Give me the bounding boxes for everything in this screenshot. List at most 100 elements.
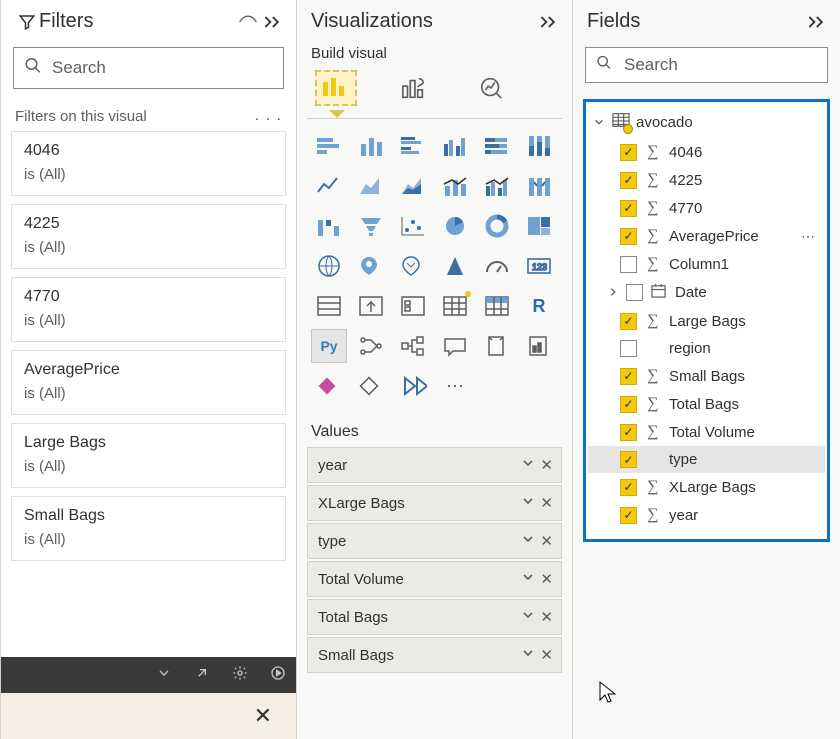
key-influencers-icon[interactable] bbox=[353, 329, 389, 363]
field-row[interactable]: ✓∑AveragePrice⋯ bbox=[588, 222, 825, 250]
value-well[interactable]: Total Bags✕ bbox=[307, 599, 562, 635]
line-clustered-column-icon[interactable] bbox=[479, 169, 515, 203]
field-checkbox[interactable]: ✓ bbox=[620, 172, 637, 189]
field-checkbox[interactable]: ✓ bbox=[620, 228, 637, 245]
area-chart-icon[interactable] bbox=[353, 169, 389, 203]
qa-visual-icon[interactable] bbox=[437, 329, 473, 363]
value-well[interactable]: type✕ bbox=[307, 523, 562, 559]
more-visuals-ellipsis-icon[interactable]: ⋯ bbox=[437, 369, 473, 403]
filter-card[interactable]: 4225is (All) bbox=[11, 204, 286, 269]
field-checkbox[interactable] bbox=[620, 340, 637, 357]
field-row[interactable]: Date bbox=[588, 278, 825, 307]
field-row[interactable]: ✓∑4046 bbox=[588, 138, 825, 166]
decomposition-tree-icon[interactable] bbox=[395, 329, 431, 363]
ribbon-chart-icon[interactable] bbox=[521, 169, 557, 203]
field-row[interactable]: ✓∑year bbox=[588, 501, 825, 529]
collapse-fields-icon[interactable] bbox=[804, 14, 828, 30]
scatter-chart-icon[interactable] bbox=[395, 209, 431, 243]
more-options-icon[interactable]: . . . bbox=[255, 107, 282, 125]
field-checkbox[interactable]: ✓ bbox=[620, 200, 637, 217]
card-icon[interactable]: 123 bbox=[521, 249, 557, 283]
table-icon[interactable] bbox=[437, 289, 473, 323]
paginated-report-icon[interactable] bbox=[521, 329, 557, 363]
value-well[interactable]: year✕ bbox=[307, 447, 562, 483]
remove-field-icon[interactable]: ✕ bbox=[540, 494, 553, 512]
smart-narrative-icon[interactable] bbox=[479, 329, 515, 363]
field-checkbox[interactable]: ✓ bbox=[620, 144, 637, 161]
chevron-down-icon[interactable] bbox=[522, 608, 534, 626]
field-checkbox[interactable] bbox=[620, 256, 637, 273]
filters-search-input[interactable] bbox=[52, 58, 275, 78]
field-row[interactable]: ✓∑Small Bags bbox=[588, 362, 825, 390]
play-icon[interactable] bbox=[270, 665, 286, 686]
field-checkbox[interactable]: ✓ bbox=[620, 313, 637, 330]
field-checkbox[interactable]: ✓ bbox=[620, 424, 637, 441]
field-checkbox[interactable]: ✓ bbox=[620, 451, 637, 468]
remove-field-icon[interactable]: ✕ bbox=[540, 456, 553, 474]
chevron-down-icon[interactable] bbox=[522, 494, 534, 512]
remove-field-icon[interactable]: ✕ bbox=[540, 570, 553, 588]
more-options-icon[interactable]: ⋯ bbox=[801, 228, 815, 245]
remove-field-icon[interactable]: ✕ bbox=[540, 608, 553, 626]
r-visual-icon[interactable]: R bbox=[521, 289, 557, 323]
analytics-tab[interactable] bbox=[471, 70, 513, 106]
treemap-icon[interactable] bbox=[521, 209, 557, 243]
field-checkbox[interactable]: ✓ bbox=[620, 479, 637, 496]
gear-icon[interactable] bbox=[232, 665, 248, 686]
format-visual-tab[interactable] bbox=[393, 70, 435, 106]
table-node-avocado[interactable]: avocado bbox=[588, 106, 825, 138]
field-row[interactable]: ✓∑4770 bbox=[588, 194, 825, 222]
filter-card[interactable]: 4770is (All) bbox=[11, 277, 286, 342]
stacked-bar-chart-icon[interactable] bbox=[311, 129, 347, 163]
map-icon[interactable] bbox=[311, 249, 347, 283]
chevron-down-icon[interactable] bbox=[522, 570, 534, 588]
field-checkbox[interactable]: ✓ bbox=[620, 368, 637, 385]
python-visual-icon[interactable]: Py bbox=[311, 329, 347, 363]
show-hide-icon[interactable] bbox=[236, 15, 260, 29]
field-row[interactable]: ✓∑Large Bags bbox=[588, 307, 825, 335]
get-more-visuals-icon[interactable] bbox=[395, 369, 431, 403]
field-checkbox[interactable]: ✓ bbox=[620, 396, 637, 413]
slicer-icon[interactable] bbox=[395, 289, 431, 323]
remove-field-icon[interactable]: ✕ bbox=[540, 532, 553, 550]
collapse-pane-icon[interactable] bbox=[260, 14, 284, 30]
line-stacked-column-icon[interactable] bbox=[437, 169, 473, 203]
gauge-icon[interactable] bbox=[479, 249, 515, 283]
hundred-stacked-column-icon[interactable] bbox=[521, 129, 557, 163]
power-automate-icon[interactable] bbox=[353, 369, 389, 403]
matrix-icon[interactable] bbox=[479, 289, 515, 323]
shape-map-icon[interactable] bbox=[395, 249, 431, 283]
funnel-chart-icon[interactable] bbox=[353, 209, 389, 243]
clustered-bar-chart-icon[interactable] bbox=[395, 129, 431, 163]
waterfall-chart-icon[interactable] bbox=[311, 209, 347, 243]
popout-icon[interactable] bbox=[194, 665, 210, 686]
fields-search[interactable] bbox=[585, 47, 828, 83]
filters-search[interactable] bbox=[13, 47, 284, 89]
filter-card[interactable]: 4046is (All) bbox=[11, 131, 286, 196]
kpi-icon[interactable] bbox=[353, 289, 389, 323]
donut-chart-icon[interactable] bbox=[479, 209, 515, 243]
close-icon[interactable]: ✕ bbox=[254, 703, 272, 729]
pie-chart-icon[interactable] bbox=[437, 209, 473, 243]
power-apps-icon[interactable] bbox=[311, 369, 347, 403]
field-checkbox[interactable]: ✓ bbox=[620, 507, 637, 524]
chevron-right-icon[interactable] bbox=[608, 284, 618, 301]
value-well[interactable]: Total Volume✕ bbox=[307, 561, 562, 597]
azure-map-icon[interactable] bbox=[437, 249, 473, 283]
field-row[interactable]: ✓type bbox=[588, 446, 825, 473]
field-row[interactable]: ✓∑4225 bbox=[588, 166, 825, 194]
field-row[interactable]: ✓∑XLarge Bags bbox=[588, 473, 825, 501]
hundred-stacked-bar-icon[interactable] bbox=[479, 129, 515, 163]
stacked-column-chart-icon[interactable] bbox=[353, 129, 389, 163]
line-chart-icon[interactable] bbox=[311, 169, 347, 203]
multirow-card-icon[interactable] bbox=[311, 289, 347, 323]
filter-card[interactable]: Large Bagsis (All) bbox=[11, 423, 286, 488]
build-visual-tab[interactable] bbox=[315, 70, 357, 106]
collapse-down-icon[interactable] bbox=[156, 665, 172, 686]
field-row[interactable]: region bbox=[588, 335, 825, 362]
filter-card[interactable]: Small Bagsis (All) bbox=[11, 496, 286, 561]
filter-card[interactable]: AveragePriceis (All) bbox=[11, 350, 286, 415]
chevron-down-icon[interactable] bbox=[522, 532, 534, 550]
fields-search-input[interactable] bbox=[624, 55, 819, 75]
chevron-down-icon[interactable] bbox=[522, 456, 534, 474]
